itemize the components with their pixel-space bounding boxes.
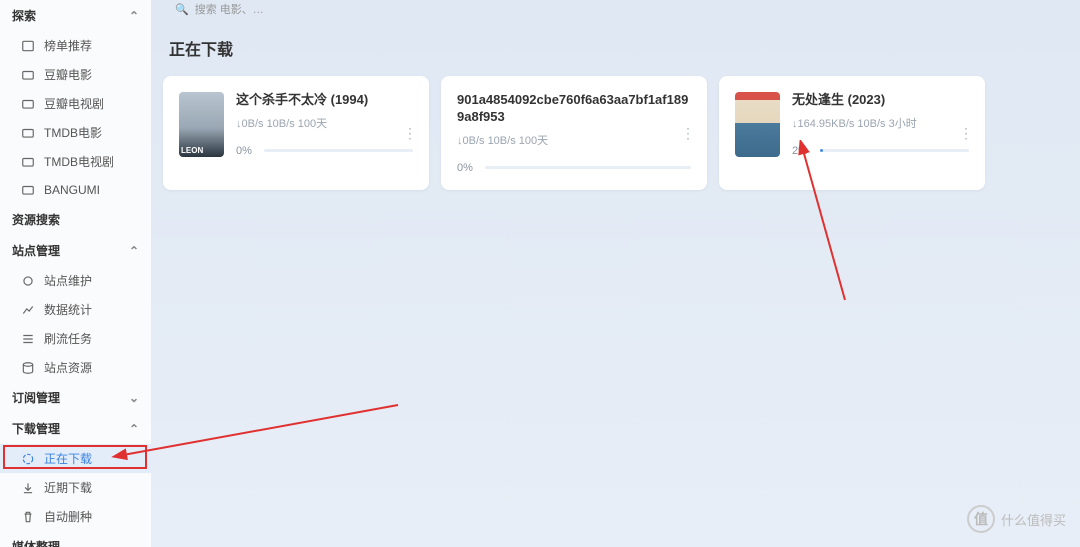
more-icon[interactable]: ⋮: [959, 126, 973, 140]
download-title: 无处逢生 (2023): [792, 92, 969, 109]
tv-icon: [20, 96, 36, 112]
sidebar-item-label: BANGUMI: [44, 183, 100, 197]
section-site[interactable]: 站点管理 ⌃: [0, 235, 151, 266]
database-icon: [20, 360, 36, 376]
chevron-up-icon: ⌃: [129, 244, 139, 258]
download-stats: ↓164.95KB/s 10B/s 3小时: [792, 115, 969, 131]
movie-poster: [179, 92, 224, 157]
chevron-down-icon: ⌄: [129, 391, 139, 405]
list-icon: [20, 331, 36, 347]
search-icon: 🔍: [175, 3, 189, 16]
download-card[interactable]: 无处逢生 (2023) ↓164.95KB/s 10B/s 3小时 2% ⋮: [719, 76, 985, 190]
sidebar-item-recent-download[interactable]: 近期下载: [0, 473, 151, 502]
watermark-icon: 值: [967, 505, 995, 533]
movie-poster: [735, 92, 780, 157]
spinner-icon: [20, 451, 36, 467]
sidebar-item-site-maintain[interactable]: 站点维护: [0, 266, 151, 295]
sidebar-item-bangumi[interactable]: BANGUMI: [0, 176, 151, 204]
sidebar-item-auto-seed[interactable]: 自动删种: [0, 502, 151, 531]
sidebar-item-label: 榜单推荐: [44, 37, 92, 54]
sidebar-item-rank[interactable]: 榜单推荐: [0, 31, 151, 60]
chart-icon: [20, 302, 36, 318]
progress-percent: 0%: [457, 162, 477, 174]
trash-icon: [20, 509, 36, 525]
more-icon[interactable]: ⋮: [403, 126, 417, 140]
sidebar-item-label: 豆瓣电影: [44, 66, 92, 83]
tv-icon: [20, 67, 36, 83]
search-bar[interactable]: 🔍 搜索 电影、…: [163, 0, 1068, 18]
search-placeholder: 搜索 电影、…: [195, 1, 264, 17]
tv-icon: [20, 125, 36, 141]
progress-bar: [264, 149, 413, 152]
progress-percent: 0%: [236, 145, 256, 157]
section-label: 下载管理: [12, 420, 60, 437]
progress-percent: 2%: [792, 145, 812, 157]
section-subscribe[interactable]: 订阅管理 ⌄: [0, 382, 151, 413]
progress-bar: [820, 149, 969, 152]
section-label: 资源搜索: [12, 211, 60, 228]
page-title: 正在下载: [169, 36, 1068, 60]
sidebar-item-label: 近期下载: [44, 479, 92, 496]
sidebar-item-label: 站点维护: [44, 272, 92, 289]
download-stats: ↓0B/s 10B/s 100天: [457, 132, 691, 148]
download-cards: 这个杀手不太冷 (1994) ↓0B/s 10B/s 100天 0% ⋮ 901…: [163, 76, 1068, 190]
sidebar-item-label: 豆瓣电视剧: [44, 95, 104, 112]
gear-icon: [20, 273, 36, 289]
tv-icon: [20, 154, 36, 170]
sidebar-item-downloading[interactable]: 正在下载: [0, 444, 151, 473]
section-label: 媒体整理: [12, 538, 60, 547]
chevron-up-icon: ⌃: [129, 422, 139, 436]
section-explore[interactable]: 探索 ⌃: [0, 0, 151, 31]
sidebar-item-tmdb-movie[interactable]: TMDB电影: [0, 118, 151, 147]
download-card[interactable]: 这个杀手不太冷 (1994) ↓0B/s 10B/s 100天 0% ⋮: [163, 76, 429, 190]
sidebar: 探索 ⌃ 榜单推荐 豆瓣电影 豆瓣电视剧 TMDB电影 TMDB电视剧 BANG…: [0, 0, 151, 547]
section-download[interactable]: 下载管理 ⌃: [0, 413, 151, 444]
tv-icon: [20, 182, 36, 198]
section-resource[interactable]: 资源搜索: [0, 204, 151, 235]
sidebar-item-label: TMDB电视剧: [44, 153, 114, 170]
sidebar-item-label: TMDB电影: [44, 124, 102, 141]
download-icon: [20, 480, 36, 496]
chevron-up-icon: ⌃: [129, 9, 139, 23]
list-icon: [20, 38, 36, 54]
watermark: 值 什么值得买: [967, 505, 1066, 533]
more-icon[interactable]: ⋮: [681, 126, 695, 140]
sidebar-item-brush-tasks[interactable]: 刷流任务: [0, 324, 151, 353]
sidebar-item-tmdb-tv[interactable]: TMDB电视剧: [0, 147, 151, 176]
sidebar-item-douban-movie[interactable]: 豆瓣电影: [0, 60, 151, 89]
section-label: 订阅管理: [12, 389, 60, 406]
main-content: 🔍 搜索 电影、… 正在下载 这个杀手不太冷 (1994) ↓0B/s 10B/…: [151, 0, 1080, 547]
section-label: 探索: [12, 7, 36, 24]
download-title: 901a4854092cbe760f6a63aa7bf1af1899a8f953: [457, 92, 691, 126]
download-title: 这个杀手不太冷 (1994): [236, 92, 413, 109]
section-media[interactable]: 媒体整理: [0, 531, 151, 547]
sidebar-item-label: 正在下载: [44, 450, 92, 467]
sidebar-item-label: 数据统计: [44, 301, 92, 318]
download-stats: ↓0B/s 10B/s 100天: [236, 115, 413, 131]
download-card[interactable]: 901a4854092cbe760f6a63aa7bf1af1899a8f953…: [441, 76, 707, 190]
sidebar-item-data-stats[interactable]: 数据统计: [0, 295, 151, 324]
sidebar-item-label: 站点资源: [44, 359, 92, 376]
progress-bar: [485, 166, 691, 169]
sidebar-item-label: 刷流任务: [44, 330, 92, 347]
sidebar-item-label: 自动删种: [44, 508, 92, 525]
sidebar-item-douban-tv[interactable]: 豆瓣电视剧: [0, 89, 151, 118]
watermark-text: 什么值得买: [1001, 510, 1066, 529]
section-label: 站点管理: [12, 242, 60, 259]
sidebar-item-site-resource[interactable]: 站点资源: [0, 353, 151, 382]
